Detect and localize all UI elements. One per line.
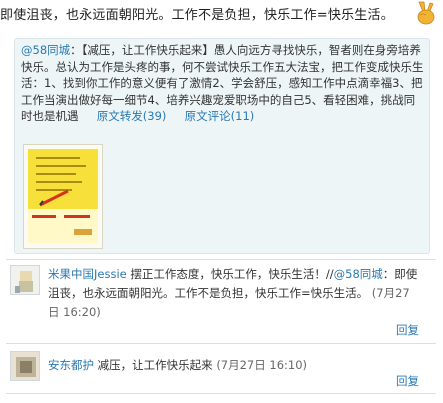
victory-hand-icon	[417, 1, 435, 25]
comment-user-link[interactable]: 安东都护	[48, 358, 94, 372]
thumbnail-note-paper	[28, 149, 98, 209]
comment-user-link[interactable]: 米果中国Jessie	[48, 267, 127, 281]
original-comment-link[interactable]: 原文评论	[185, 109, 231, 123]
comment-text: 减压，让工作快乐起来	[94, 358, 217, 372]
pencil-icon	[39, 189, 69, 207]
repost-card: @58同城：【减压，让工作快乐起来】愚人向远方寻找快乐，智者则在身旁培养快乐。总…	[14, 38, 430, 254]
comment-timestamp: (7月27日 16:10)	[216, 358, 308, 372]
repost-separator: ：	[70, 43, 82, 57]
divider	[6, 343, 436, 344]
quoted-user-link[interactable]: @58同城	[334, 267, 383, 281]
post-text: 即使沮丧，也永远面朝阳光。工作不是负担，快乐工作=快乐生活。	[0, 8, 394, 23]
avatar[interactable]	[10, 351, 40, 381]
divider	[6, 259, 436, 260]
quote-separator: //	[325, 267, 334, 281]
avatar[interactable]	[10, 265, 40, 295]
divider	[6, 393, 436, 394]
repost-text: @58同城：【减压，让工作快乐起来】愚人向远方寻找快乐，智者则在身旁培养快乐。总…	[21, 42, 425, 125]
post-image-thumbnail[interactable]	[23, 144, 103, 249]
original-repost-count[interactable]: (39)	[143, 109, 167, 123]
original-repost-link[interactable]: 原文转发	[97, 109, 143, 123]
reply-button[interactable]: 回复	[396, 322, 419, 338]
thumbnail-caption-area	[28, 209, 98, 243]
comment-text: 摆正工作态度，快乐工作，快乐生活！	[126, 267, 326, 281]
repost-user-link[interactable]: @58同城	[21, 43, 70, 57]
original-comment-count[interactable]: (11)	[231, 109, 255, 123]
thumbnail-caption-graphic	[32, 215, 92, 235]
comment-body: 米果中国Jessie 摆正工作态度，快乐工作，快乐生活！//@58同城：即使沮丧…	[48, 265, 418, 322]
comment-body: 安东都护 减压，让工作快乐起来 (7月27日 16:10)	[48, 356, 418, 375]
reply-button[interactable]: 回复	[396, 373, 419, 389]
